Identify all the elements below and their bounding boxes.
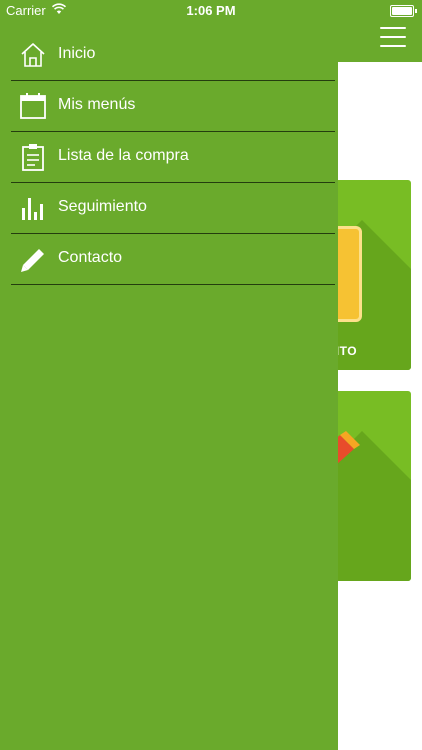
hamburger-line <box>380 45 406 47</box>
hamburger-line <box>380 36 406 38</box>
menu-item-lista-compra[interactable]: Lista de la compra <box>11 132 335 183</box>
menu-item-mis-menus[interactable]: Mis menús <box>11 81 335 132</box>
hamburger-line <box>380 27 406 29</box>
status-time: 1:06 PM <box>186 3 236 18</box>
bar-chart-icon <box>22 198 43 220</box>
navigation-drawer: Inicio Mis menús Lista de la compra Segu… <box>0 22 338 750</box>
battery-icon <box>390 5 417 17</box>
menu-item-seguimiento[interactable]: Seguimiento <box>11 183 335 234</box>
menu-item-label: Mis menús <box>58 96 136 113</box>
menu-item-contacto[interactable]: Contacto <box>11 234 335 285</box>
pencil-icon <box>21 249 44 272</box>
home-icon <box>21 43 45 67</box>
menu-item-label: Lista de la compra <box>58 147 189 164</box>
menu-toggle-button[interactable] <box>380 27 406 47</box>
clipboard-icon <box>22 144 44 171</box>
menu-item-label: Seguimiento <box>58 198 147 215</box>
calendar-icon <box>20 93 46 119</box>
menu-item-label: Inicio <box>58 45 96 62</box>
status-bar: Carrier 1:06 PM <box>0 0 422 22</box>
menu-item-label: Contacto <box>58 249 123 266</box>
menu-item-inicio[interactable]: Inicio <box>11 30 335 81</box>
